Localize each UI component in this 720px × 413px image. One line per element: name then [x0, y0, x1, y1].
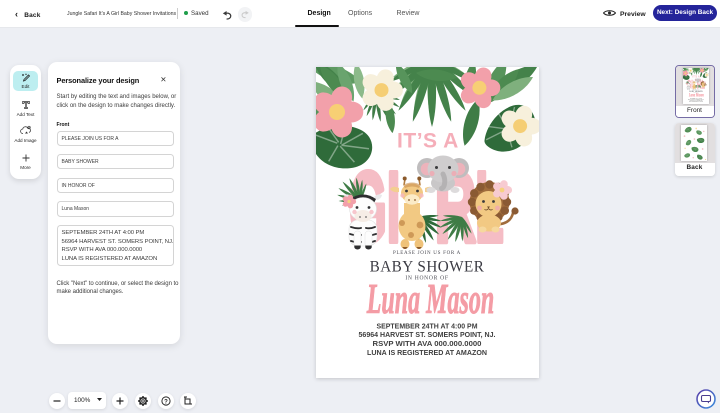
svg-text:?: ? — [164, 399, 168, 405]
